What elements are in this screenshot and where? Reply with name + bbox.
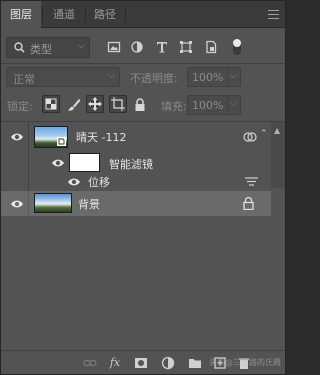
tab-channels[interactable]: 通道: [43, 1, 85, 28]
type-filter-icon[interactable]: [155, 40, 169, 54]
checkerboard-icon: [45, 98, 57, 110]
layer-name: 智能滤镜: [109, 158, 153, 171]
divider: [28, 152, 29, 174]
opacity-label: 不透明度:: [130, 72, 178, 85]
adjustment-filter-icon[interactable]: [130, 40, 144, 54]
fill-dropdown[interactable]: ⌵: [227, 96, 240, 114]
filter-kind-select[interactable]: 类型 ⌵: [6, 37, 90, 58]
lock-icon[interactable]: [243, 197, 254, 210]
filter-kind-label: 类型: [30, 43, 52, 56]
lock-label: 锁定:: [7, 100, 33, 113]
adjustment-layer-icon[interactable]: [161, 356, 175, 370]
chevron-down-icon: ⌵: [230, 71, 237, 81]
layers-scrollbar[interactable]: ▲: [271, 122, 285, 188]
layer-name: 背景: [78, 198, 100, 211]
add-mask-icon[interactable]: [134, 356, 148, 370]
scroll-up-icon[interactable]: ▲: [274, 126, 280, 135]
chevron-down-icon: ⌵: [108, 71, 115, 81]
tab-separator: [125, 7, 126, 22]
blend-opacity-row: 正常 ⌵ 不透明度: 100% ⌵: [1, 67, 285, 89]
image-filter-icon[interactable]: [107, 40, 121, 54]
chevron-down-icon: ⌵: [78, 41, 85, 51]
search-icon: [14, 42, 25, 53]
divider: [1, 63, 285, 64]
tab-layers[interactable]: 图层: [1, 1, 41, 28]
smart-object-badge-icon: [57, 137, 66, 146]
fill-value: 100%: [192, 99, 224, 112]
visibility-eye-icon[interactable]: [51, 158, 65, 168]
smart-filter-indicator-icon: [243, 132, 257, 142]
blend-mode-value: 正常: [13, 73, 35, 86]
layer-row[interactable]: 晴天 -112 ⌃: [1, 122, 271, 152]
lock-artboard-button[interactable]: [109, 95, 127, 113]
layers-bottom-toolbar: fx 头条@三岔路的氏霞: [1, 350, 285, 374]
smart-object-filter-icon[interactable]: [204, 40, 218, 54]
visibility-eye-icon[interactable]: [10, 132, 24, 142]
visibility-eye-icon[interactable]: [10, 199, 24, 209]
layers-panel: 图层 通道 路径 类型 ⌵ 正常 ⌵ 不透明度: 100% ⌵ 锁定: 填充: …: [0, 0, 286, 375]
watermark-text: 头条@三岔路的氏霞: [209, 358, 281, 367]
blend-mode-select[interactable]: 正常 ⌵: [6, 67, 120, 87]
opacity-field[interactable]: 100% ⌵: [187, 67, 241, 87]
shape-filter-icon[interactable]: [179, 40, 193, 54]
layer-thumbnail: [34, 193, 72, 213]
smart-filter-row[interactable]: 智能滤镜: [1, 152, 271, 174]
lock-position-button[interactable]: [86, 95, 104, 113]
fill-label: 填充:: [161, 100, 187, 113]
layer-row-selected[interactable]: 背景: [1, 191, 271, 216]
divider: [28, 174, 29, 190]
new-group-icon[interactable]: [188, 356, 202, 370]
fx-icon[interactable]: fx: [108, 356, 122, 370]
visibility-eye-icon[interactable]: [67, 177, 81, 187]
layer-filter-row: 类型 ⌵: [1, 34, 285, 62]
panel-menu-icon[interactable]: [268, 10, 279, 19]
layer-name: 晴天 -112: [76, 131, 127, 144]
layer-name: 位移: [88, 176, 110, 189]
brush-icon[interactable]: [66, 97, 82, 113]
divider: [28, 191, 29, 216]
tab-paths[interactable]: 路径: [85, 1, 125, 28]
blending-options-icon[interactable]: [245, 176, 258, 187]
layer-thumbnail: [34, 126, 68, 148]
filter-row[interactable]: 位移: [1, 174, 271, 190]
move-arrows-icon: [88, 97, 102, 111]
layers-list: 晴天 -112 ⌃ 智能滤镜 位移 背景: [1, 122, 285, 350]
chevron-down-icon: ⌵: [230, 99, 237, 109]
lock-all-icon[interactable]: [134, 98, 146, 112]
collapse-arrow-icon[interactable]: ⌃: [260, 129, 268, 139]
panel-tab-bar: 图层 通道 路径: [1, 1, 285, 28]
lock-fill-row: 锁定: 填充: 100% ⌵: [1, 93, 285, 117]
artboard-icon: [111, 97, 125, 111]
link-layers-icon[interactable]: [83, 356, 97, 370]
divider: [28, 122, 29, 152]
filter-mask-thumbnail: [69, 153, 100, 172]
opacity-value: 100%: [192, 71, 224, 84]
lock-transparent-pixels-button[interactable]: [42, 95, 60, 113]
filter-toggle[interactable]: [233, 39, 241, 55]
opacity-dropdown[interactable]: ⌵: [227, 68, 240, 86]
fill-field[interactable]: 100% ⌵: [187, 95, 241, 115]
